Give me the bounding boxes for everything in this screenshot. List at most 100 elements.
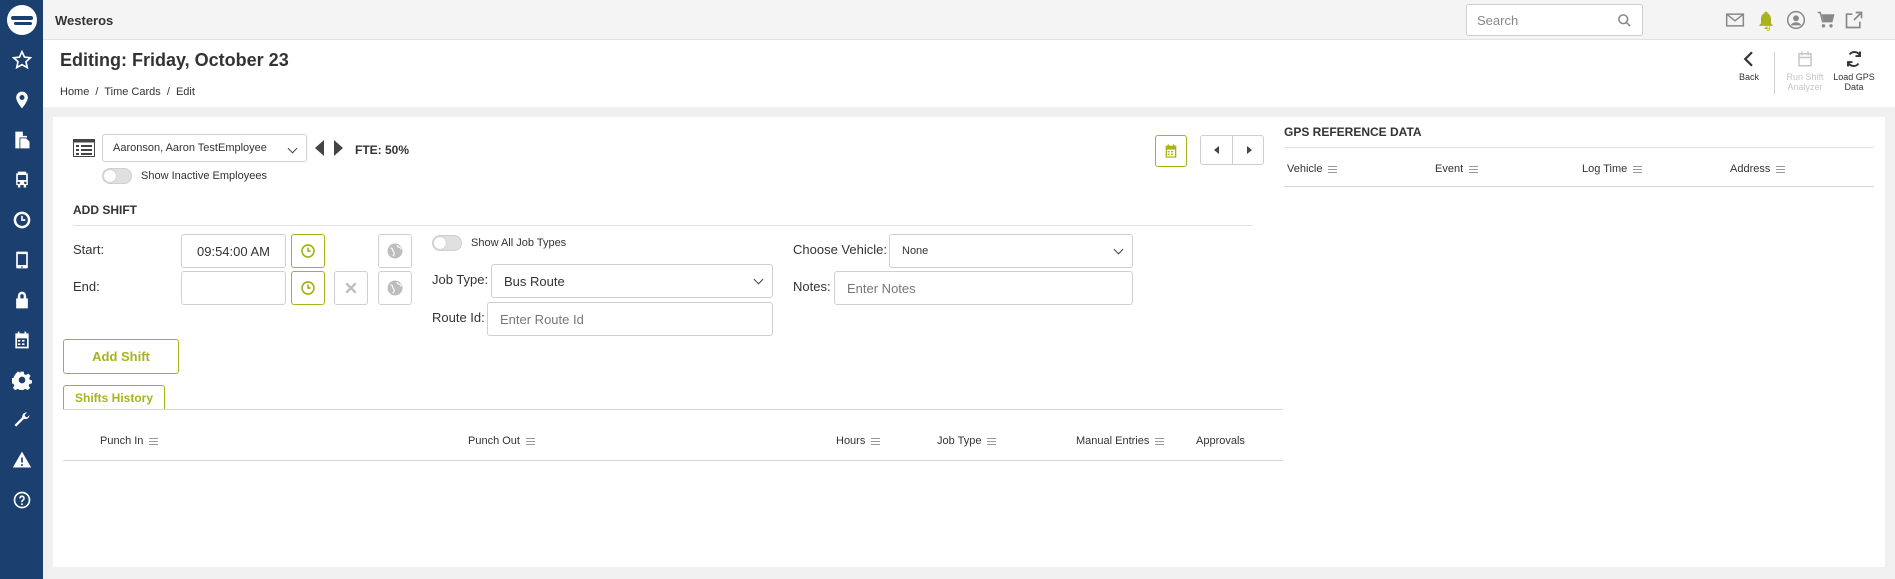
chevron-down-icon [1113,244,1124,255]
end-label: End: [73,279,100,294]
column-punch-in[interactable]: Punch In [100,435,159,447]
column-header-label: Log Time [1582,163,1628,175]
lock-icon[interactable] [0,280,43,320]
column-job-type[interactable]: Job Type [937,435,997,447]
column-menu-icon[interactable] [1469,165,1479,173]
list-icon[interactable] [73,139,95,157]
column-menu-icon[interactable] [1776,165,1786,173]
job-type-select[interactable]: Bus Route [491,264,773,298]
wrench-icon[interactable] [0,400,43,440]
route-id-label: Route Id: [432,310,485,325]
breadcrumb-time-cards[interactable]: Time Cards [104,86,160,98]
page-header: Editing: Friday, October 23 Home / Time … [43,40,1895,107]
app-logo[interactable] [0,0,43,40]
gps-column-event[interactable]: Event [1435,163,1479,175]
warning-icon[interactable] [0,440,43,480]
gps-reference-title: GPS REFERENCE DATA [1284,125,1422,139]
calendar-icon [1165,144,1177,158]
column-punch-out[interactable]: Punch Out [468,435,535,447]
next-employee-icon[interactable] [334,140,343,156]
search-icon[interactable] [1617,13,1632,28]
run-shift-analyzer-button[interactable]: Run Shift Analyzer [1784,50,1826,92]
back-label: Back [1738,72,1759,82]
end-location-button[interactable] [378,271,412,305]
search-box[interactable] [1466,4,1643,36]
help-icon[interactable] [0,480,43,520]
gps-header-divider [1284,186,1874,187]
end-time-input[interactable] [181,271,286,305]
column-menu-icon[interactable] [525,437,535,445]
calendar-button[interactable] [1155,135,1187,167]
cart-icon[interactable] [1815,9,1837,31]
main-panel: Aaronson, Aaron TestEmployee FTE: 50% Sh… [53,117,1885,567]
tab-shifts-history[interactable]: Shifts History [63,385,165,410]
run-shift-analyzer-label: Run Shift Analyzer [1786,72,1824,92]
add-shift-title: ADD SHIFT [73,203,137,217]
map-pin-icon[interactable] [0,80,43,120]
employee-select[interactable]: Aaronson, Aaron TestEmployee [102,134,307,162]
documents-icon[interactable] [0,120,43,160]
load-gps-data-button[interactable]: Load GPS Data [1833,50,1875,92]
gps-column-log-time[interactable]: Log Time [1582,163,1643,175]
start-time-picker-button[interactable] [291,234,325,268]
next-day-button[interactable] [1233,136,1264,164]
column-header-label: Job Type [937,435,982,447]
chevron-left-icon [1743,51,1753,67]
clock-icon[interactable] [0,200,43,240]
column-header-label: Address [1730,163,1771,175]
caret-right-icon [1246,146,1252,154]
sidebar [0,0,43,579]
clock-icon [301,281,315,295]
employee-select-value: Aaronson, Aaron TestEmployee [113,142,267,154]
route-id-input[interactable] [487,302,773,336]
show-all-job-types-label: Show All Job Types [471,237,567,249]
vehicle-select[interactable]: None [889,234,1133,268]
previous-employee-icon[interactable] [315,140,324,156]
gps-column-vehicle[interactable]: Vehicle [1287,163,1338,175]
gps-column-address[interactable]: Address [1730,163,1786,175]
column-hours[interactable]: Hours [836,435,881,447]
calendar-icon[interactable] [0,320,43,360]
end-time-picker-button[interactable] [291,271,325,305]
choose-vehicle-label: Choose Vehicle: [793,242,887,257]
column-header-label: Manual Entries [1076,435,1150,447]
column-header-label: Punch Out [468,435,520,447]
column-menu-icon[interactable] [1328,165,1338,173]
search-input[interactable] [1477,13,1607,28]
mail-icon[interactable] [1724,9,1746,31]
add-shift-button[interactable]: Add Shift [63,339,179,374]
show-all-job-types-toggle[interactable] [432,235,462,251]
bus-icon[interactable] [0,160,43,200]
column-header-label: Approvals [1196,435,1245,447]
start-location-button[interactable] [378,234,412,268]
external-link-icon[interactable] [1843,9,1865,31]
show-inactive-label: Show Inactive Employees [141,170,267,182]
tablet-icon[interactable] [0,240,43,280]
clear-end-time-button[interactable] [334,271,368,305]
column-menu-icon[interactable] [871,437,881,445]
column-approvals[interactable]: Approvals [1196,435,1245,447]
chevron-down-icon [753,274,764,285]
star-icon[interactable] [0,40,43,80]
breadcrumb-home[interactable]: Home [60,86,89,98]
column-menu-icon[interactable] [987,437,997,445]
close-icon [345,282,357,294]
breadcrumb-edit: Edit [175,86,195,98]
column-manual-entries[interactable]: Manual Entries [1076,435,1165,447]
notification-count: 9 [1766,24,1771,33]
back-button[interactable]: Back [1730,50,1768,82]
previous-day-button[interactable] [1201,136,1232,164]
column-menu-icon[interactable] [149,437,159,445]
column-header-label: Event [1435,163,1464,175]
show-inactive-toggle[interactable] [102,168,132,184]
user-icon[interactable] [1785,9,1807,31]
notes-input[interactable] [834,271,1133,305]
column-menu-icon[interactable] [1633,165,1643,173]
start-time-input[interactable] [181,234,286,268]
job-type-label: Job Type: [432,272,489,287]
clock-icon [301,244,315,258]
column-header-label: Punch In [100,435,144,447]
gear-icon[interactable] [0,360,43,400]
column-menu-icon[interactable] [1155,437,1165,445]
breadcrumb-separator: / [166,86,170,98]
